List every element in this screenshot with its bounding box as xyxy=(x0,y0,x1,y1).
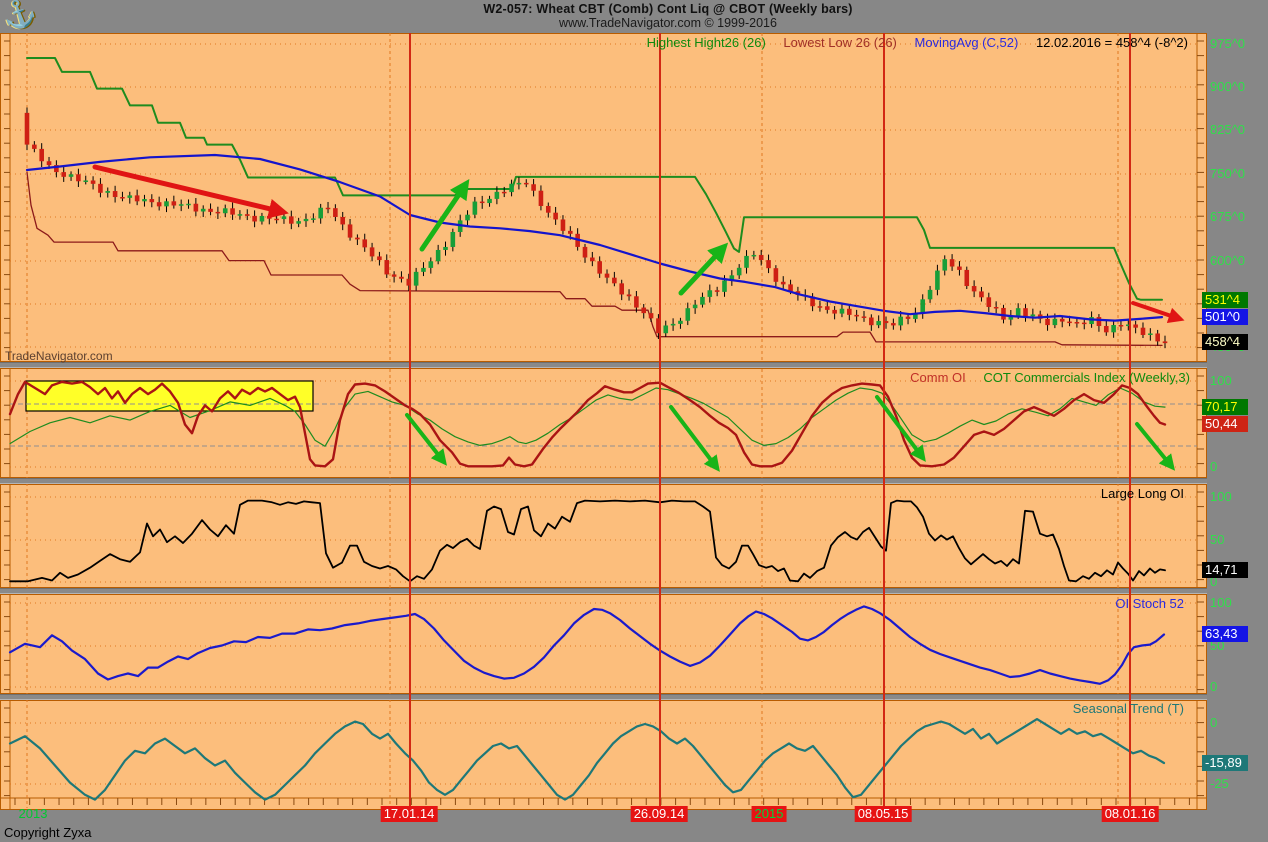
value-badge: 50,44 xyxy=(1202,416,1248,432)
legend-lowest-low[interactable]: Lowest Low 26 (26) xyxy=(783,35,896,50)
y-axis-label: 975^0 xyxy=(1210,36,1245,52)
p3-panel-bg xyxy=(1,485,1207,588)
x-axis-year-label: 2015 xyxy=(752,806,787,822)
value-badge: 63,43 xyxy=(1202,626,1248,642)
y-axis-label: 750^0 xyxy=(1210,166,1245,182)
legend-oi-stoch-52[interactable]: OI Stoch 52 xyxy=(1115,596,1184,611)
y-axis-label: 100 xyxy=(1210,489,1232,505)
copyright-text: Copyright Zyxa xyxy=(4,825,91,840)
y-axis-label: 50 xyxy=(1210,532,1224,548)
y-axis-label: 100 xyxy=(1210,373,1232,389)
legend-highest-high[interactable]: Highest Hight26 (26) xyxy=(647,35,766,50)
watermark: TradeNavigator.com xyxy=(5,349,113,363)
value-badge: 70,17 xyxy=(1202,399,1248,415)
y-axis-label: 0 xyxy=(1210,715,1217,731)
main-panel-legend: Highest Hight26 (26) Lowest Low 26 (26) … xyxy=(647,35,1188,50)
y-axis-label: 0 xyxy=(1210,459,1217,475)
value-badge: 458^4 xyxy=(1202,334,1248,350)
legend-large-long-oi[interactable]: Large Long OI xyxy=(1101,486,1184,501)
value-badge: 531^4 xyxy=(1202,292,1248,308)
commercials-panel-legend: Comm OI COT Commercials Index (Weekly,3) xyxy=(910,370,1190,385)
y-axis-label: 0 xyxy=(1210,679,1217,695)
legend-comm-oi[interactable]: Comm OI xyxy=(910,370,966,385)
legend-cot-commercials-index[interactable]: COT Commercials Index (Weekly,3) xyxy=(983,370,1190,385)
x-axis-date-label: 08.05.15 xyxy=(855,806,912,822)
y-axis-label: 100 xyxy=(1210,595,1232,611)
y-axis-label: -25 xyxy=(1210,776,1229,792)
y-axis-label: 600^0 xyxy=(1210,253,1245,269)
x-axis-date-label: 08.01.16 xyxy=(1102,806,1159,822)
x-axis-year-label: 2013 xyxy=(16,806,51,822)
y-axis-label: 825^0 xyxy=(1210,122,1245,138)
value-badge: 501^0 xyxy=(1202,309,1248,325)
legend-cursor-value: 12.02.2016 = 458^4 (-8^2) xyxy=(1036,35,1188,50)
y-axis-label: 675^0 xyxy=(1210,209,1245,225)
commercials-highlight-box xyxy=(26,381,313,411)
x-axis-date-label: 26.09.14 xyxy=(631,806,688,822)
legend-moving-avg[interactable]: MovingAvg (C,52) xyxy=(915,35,1019,50)
legend-seasonal-trend[interactable]: Seasonal Trend (T) xyxy=(1073,701,1184,716)
trade-navigator-window: ⚓ W2-057: Wheat CBT (Comb) Cont Liq @ CB… xyxy=(0,0,1268,842)
value-badge: 14,71 xyxy=(1202,562,1248,578)
x-axis-date-label: 17.01.14 xyxy=(381,806,438,822)
value-badge: -15,89 xyxy=(1202,755,1248,771)
y-axis-label: 900^0 xyxy=(1210,79,1245,95)
